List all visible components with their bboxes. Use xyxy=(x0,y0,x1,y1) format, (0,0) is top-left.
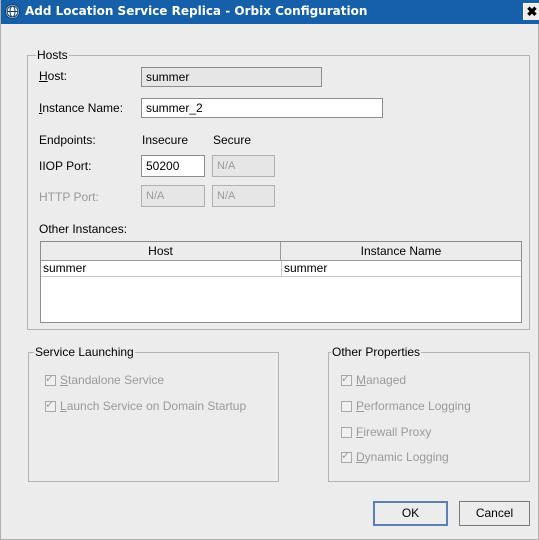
other-instances-label: Other Instances: xyxy=(39,222,128,236)
iiop-secure-port-input: N/A xyxy=(212,155,275,177)
firewall-proxy-checkbox: Firewall Proxy xyxy=(341,424,431,440)
ok-button[interactable]: OK xyxy=(373,501,448,526)
checkbox-box: ✓ xyxy=(45,373,56,386)
table-cell-instance: summer xyxy=(281,261,327,276)
secure-column-label: Secure xyxy=(213,133,252,147)
performance-logging-checkbox: Performance Logging xyxy=(341,398,471,414)
check-icon: ✓ xyxy=(45,399,55,411)
instance-name-input[interactable]: summer_2 xyxy=(141,98,383,118)
http-insecure-port-input: N/A xyxy=(141,185,205,207)
launch-on-domain-startup-checkbox: ✓ Launch Service on Domain Startup xyxy=(45,399,247,413)
close-icon: ✖ xyxy=(526,4,538,19)
dialog-window: Add Location Service Replica - Orbix Con… xyxy=(0,0,539,540)
dynamic-logging-checkbox: ✓ Dynamic Logging xyxy=(341,450,449,464)
service-launching-legend: Service Launching xyxy=(34,345,135,359)
iiop-port-label: IIOP Port: xyxy=(39,159,92,173)
table-cell-host: summer xyxy=(43,261,87,275)
iiop-insecure-port-input[interactable]: 50200 xyxy=(141,155,205,177)
standalone-service-checkbox: ✓ Standalone Service xyxy=(45,373,165,387)
http-secure-port-input: N/A xyxy=(212,185,275,207)
checkbox-box xyxy=(341,427,352,438)
other-properties-legend: Other Properties xyxy=(331,345,422,359)
insecure-column-label: Insecure xyxy=(142,133,189,147)
window-title: Add Location Service Replica - Orbix Con… xyxy=(25,4,368,18)
check-icon: ✓ xyxy=(341,373,351,385)
host-field: summer xyxy=(141,67,322,87)
check-icon: ✓ xyxy=(341,450,351,462)
cancel-button[interactable]: Cancel xyxy=(459,501,530,526)
checkbox-box: ✓ xyxy=(45,399,56,412)
column-header-instance-name[interactable]: Instance Name xyxy=(281,242,521,261)
http-port-label: HTTP Port: xyxy=(39,190,99,204)
title-bar: Add Location Service Replica - Orbix Con… xyxy=(1,0,539,24)
close-button[interactable]: ✖ xyxy=(523,3,539,20)
host-label: Host: xyxy=(39,69,68,83)
column-header-host[interactable]: Host xyxy=(41,242,281,261)
endpoints-label: Endpoints: xyxy=(39,133,96,147)
hosts-legend: Hosts xyxy=(36,48,69,62)
check-icon: ✓ xyxy=(45,373,55,385)
checkbox-box: ✓ xyxy=(341,450,352,463)
other-instances-table[interactable]: Host Instance Name summer summer xyxy=(40,241,522,323)
managed-checkbox: ✓ Managed xyxy=(341,373,407,387)
checkbox-box: ✓ xyxy=(341,373,352,386)
orbix-globe-icon xyxy=(5,4,20,19)
table-row[interactable]: summer summer xyxy=(41,261,521,277)
checkbox-box xyxy=(341,401,352,412)
instance-name-label: Instance Name: xyxy=(39,101,124,115)
